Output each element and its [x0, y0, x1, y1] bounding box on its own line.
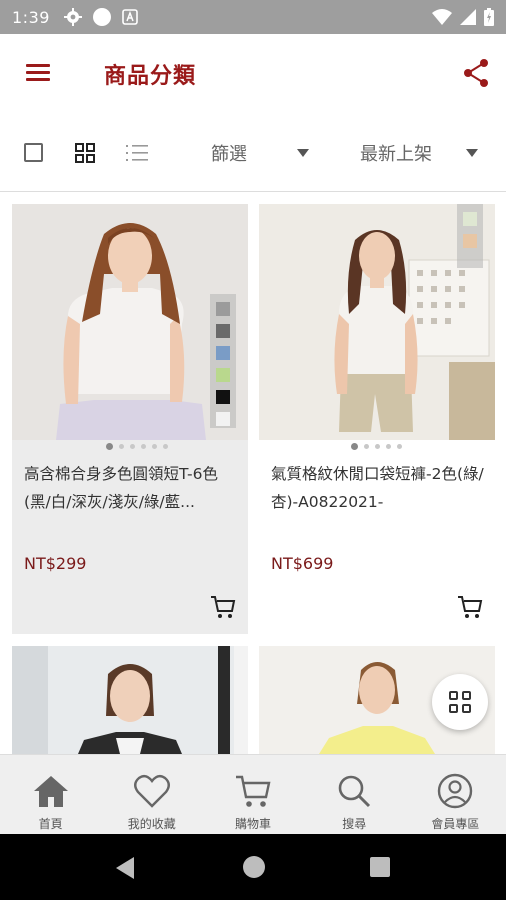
tab-home[interactable]: 首頁 [0, 755, 101, 834]
share-icon[interactable] [462, 58, 490, 88]
hamburger-menu-icon[interactable] [26, 62, 52, 84]
add-to-cart-icon[interactable] [210, 594, 236, 620]
battery-icon [484, 8, 494, 26]
signal-icon [460, 9, 476, 25]
bottom-tab-bar: 首頁 我的收藏 購物車 搜尋 會員專區 [0, 754, 506, 834]
wifi-icon [432, 9, 452, 25]
color-swatch[interactable] [463, 212, 477, 226]
product-card[interactable] [12, 646, 248, 754]
tab-label: 首頁 [38, 817, 63, 831]
circle-icon [92, 8, 111, 26]
back-icon[interactable] [114, 856, 136, 880]
image-pager-dots [351, 443, 402, 450]
product-image[interactable] [259, 204, 495, 440]
grid-view-icon[interactable] [74, 142, 96, 164]
add-to-cart-icon[interactable] [457, 594, 483, 620]
tab-label: 我的收藏 [127, 817, 176, 831]
floating-categories-button[interactable] [432, 674, 488, 730]
tab-label: 搜尋 [342, 817, 367, 831]
filter-dropdown[interactable]: 篩選 [211, 140, 247, 166]
color-swatch[interactable] [216, 346, 230, 360]
filter-caret-down-icon[interactable] [297, 149, 309, 157]
tab-cart[interactable]: 購物車 [202, 755, 303, 834]
color-swatch[interactable] [216, 324, 230, 338]
tab-search[interactable]: 搜尋 [304, 755, 405, 834]
color-swatch[interactable] [216, 412, 230, 426]
color-swatch[interactable] [216, 368, 230, 382]
tab-favorites[interactable]: 我的收藏 [101, 755, 202, 834]
image-pager-dots [106, 443, 168, 450]
recents-icon[interactable] [370, 857, 390, 877]
product-name[interactable]: 高含棉合身多色圓領短T-6色(黑/白/深灰/淺灰/綠/藍... [24, 460, 238, 516]
status-bar: 1:39 [0, 0, 506, 34]
product-image[interactable] [12, 646, 248, 754]
product-price: NT$699 [271, 554, 334, 573]
sort-dropdown[interactable]: 最新上架 [360, 140, 432, 166]
color-swatch-strip [457, 204, 483, 268]
tab-label: 購物車 [235, 817, 272, 831]
color-swatch[interactable] [216, 390, 230, 404]
product-card[interactable]: 氣質格紋休閒口袋短褲-2色(綠/杏)-A0822021- NT$699 [259, 204, 495, 634]
sort-caret-down-icon[interactable] [466, 149, 478, 157]
member-icon [438, 773, 473, 809]
list-view-icon[interactable] [126, 143, 148, 163]
product-name[interactable]: 氣質格紋休閒口袋短褲-2色(綠/杏)-A0822021- [271, 460, 485, 516]
search-icon [338, 775, 371, 808]
a-icon [122, 9, 138, 25]
color-swatch[interactable] [463, 234, 477, 248]
color-swatch-strip [210, 294, 236, 428]
grid-view-icon [449, 691, 471, 713]
heart-icon [133, 774, 170, 808]
page-title: 商品分類 [104, 64, 197, 89]
app-bar: 商品分類 [0, 34, 506, 114]
color-swatch[interactable] [216, 302, 230, 316]
product-card[interactable]: 高含棉合身多色圓領短T-6色(黑/白/深灰/淺灰/綠/藍... NT$299 [12, 204, 248, 634]
gear-icon [63, 8, 82, 26]
home-icon [33, 776, 68, 807]
filter-toolbar: 篩選 最新上架 [0, 114, 506, 192]
system-nav-bar [0, 834, 506, 900]
status-time: 1:39 [12, 7, 50, 27]
cart-icon [236, 775, 271, 807]
tab-member[interactable]: 會員專區 [405, 755, 506, 834]
tab-label: 會員專區 [431, 817, 480, 831]
home-circle-icon[interactable] [243, 856, 265, 878]
product-price: NT$299 [24, 554, 87, 573]
product-image[interactable] [12, 204, 248, 440]
select-checkbox[interactable] [24, 143, 43, 162]
